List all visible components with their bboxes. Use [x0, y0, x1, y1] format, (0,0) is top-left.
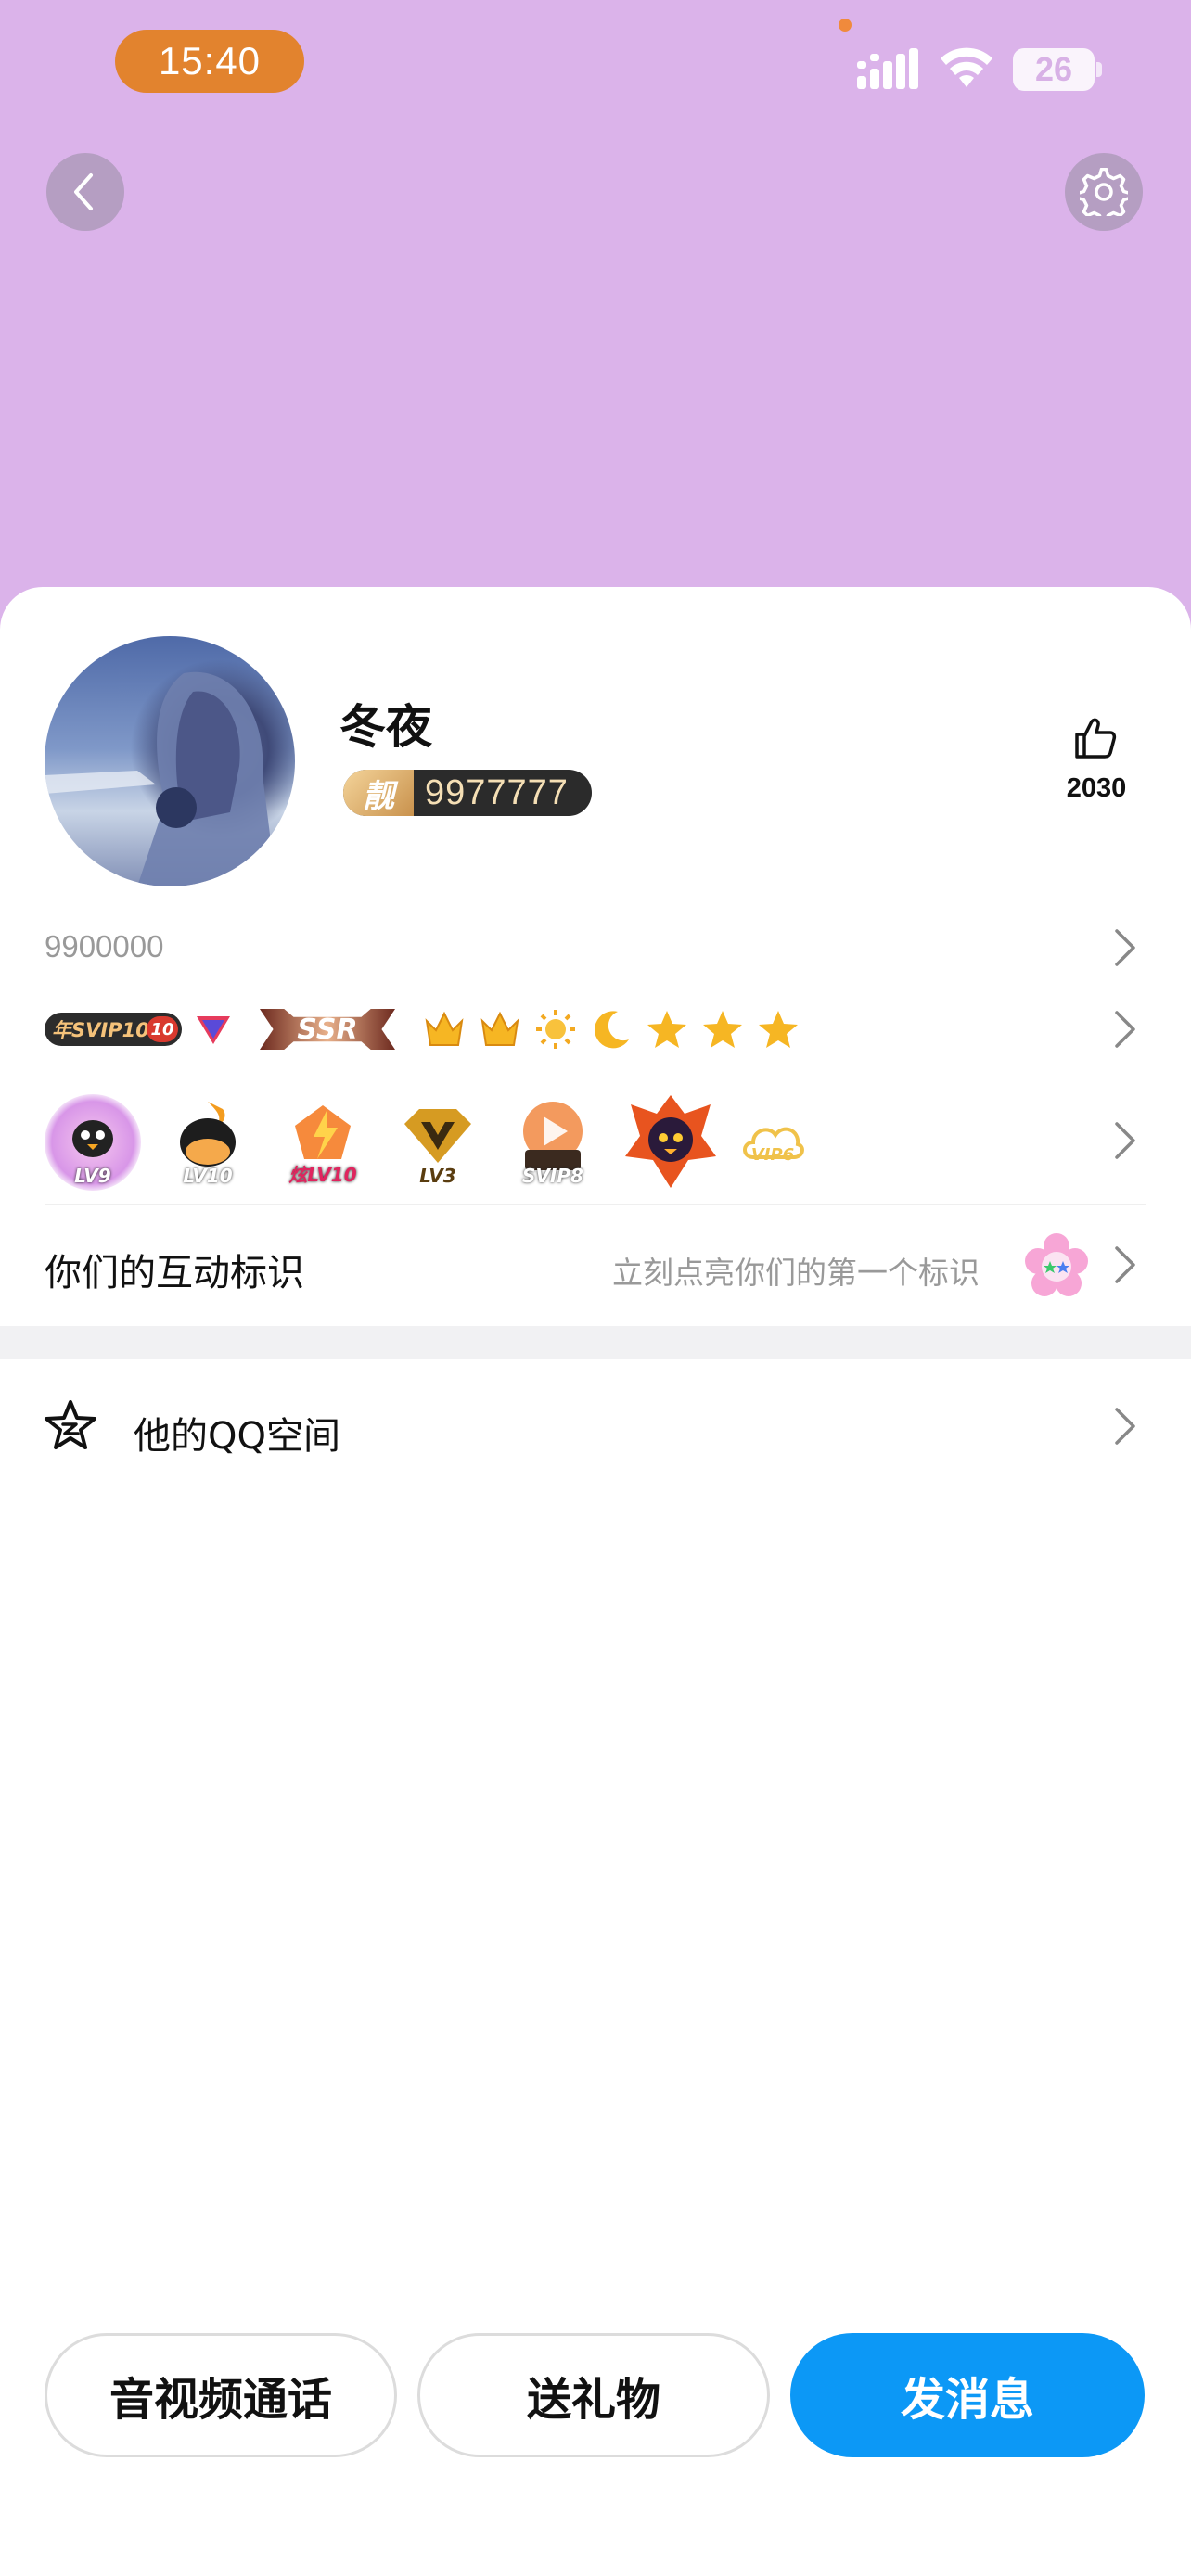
fancy-lv10-label: 炫LV10 [288, 1164, 357, 1186]
svip8-badge: SVIP8 [505, 1094, 601, 1191]
pretty-number-mark: 靓 [343, 770, 414, 816]
avatar[interactable] [45, 636, 295, 886]
triangle-gem-icon [197, 1016, 230, 1044]
like-button[interactable] [1057, 714, 1132, 764]
interaction-marks-label[interactable]: 你们的互动标识 [45, 1243, 304, 1296]
lv3-label: LV3 [419, 1165, 456, 1187]
pretty-number-badge[interactable]: 靓 9977777 [343, 770, 592, 816]
thumbs-up-icon [1075, 718, 1117, 759]
vip6-label: VIP6 [750, 1145, 795, 1165]
like-count: 2030 [1066, 773, 1127, 803]
battery-indicator: 26 [1013, 48, 1102, 91]
sun-icon [536, 1010, 575, 1049]
privacy-indicator-dot [839, 19, 852, 32]
send-gift-button[interactable]: 送礼物 [417, 2333, 770, 2457]
chevron-left-icon [74, 173, 93, 210]
play-badge-icon [523, 1102, 583, 1170]
gear-icon [1080, 168, 1128, 216]
avatar-image [45, 671, 276, 886]
qzone-link[interactable]: 他的QQ空间 [134, 1406, 340, 1460]
star-icon [647, 1011, 686, 1048]
svip8-label: SVIP8 [522, 1165, 583, 1187]
star-icon [759, 1011, 798, 1048]
penguin-icon [72, 1120, 113, 1157]
svip-badge: 年SVIP10 10 [45, 1013, 182, 1046]
flower-icon [1025, 1233, 1088, 1296]
crown-icon [480, 1011, 519, 1046]
chevron-right-icon[interactable] [1111, 927, 1139, 968]
account-id[interactable]: 9900000 [45, 929, 163, 964]
video-call-button[interactable]: 音视频通话 [45, 2333, 397, 2457]
ssr-badge: SSR [260, 1009, 395, 1050]
lv9-label: LV9 [74, 1165, 111, 1187]
chevron-right-icon[interactable] [1111, 1120, 1139, 1161]
battery-tip [1096, 62, 1102, 77]
phoenix-emblem-icon [625, 1095, 716, 1188]
pretty-number: 9977777 [425, 772, 569, 812]
battery-level: 26 [1013, 48, 1095, 91]
status-time: 15:40 [115, 30, 304, 93]
chevron-right-icon[interactable] [1111, 1406, 1139, 1447]
lv9-badge: LV9 [45, 1094, 141, 1191]
settings-button[interactable] [1065, 153, 1143, 231]
profile-header-background [0, 0, 1191, 649]
fancy-lv10-badge: 炫LV10 [275, 1094, 371, 1191]
section-separator [0, 1326, 1191, 1359]
back-button[interactable] [46, 153, 124, 231]
phoenix-badge [620, 1091, 722, 1193]
vip6-badge: VIP6 [740, 1094, 805, 1191]
chevron-right-icon[interactable] [1111, 1244, 1139, 1285]
lv3-badge: LV3 [390, 1094, 486, 1191]
moon-icon [595, 1011, 629, 1049]
divider [45, 1204, 1146, 1205]
penguin-flame-icon [180, 1102, 236, 1167]
nickname: 冬夜 [339, 700, 432, 754]
lv10-label: LV10 [183, 1165, 233, 1187]
interaction-marks-hint[interactable]: 立刻点亮你们的第一个标识 [612, 1248, 980, 1293]
send-message-button[interactable]: 发消息 [790, 2333, 1145, 2457]
vip-badges-row[interactable]: 年SVIP10 10 SSR [45, 1001, 800, 1057]
level-badges-row[interactable]: LV9 LV10 炫LV10 LV3 SVIP8 VIP6 [45, 1094, 813, 1191]
star-icon [703, 1011, 742, 1048]
svip-badge-text: 年SVIP10 [52, 1019, 149, 1041]
chevron-right-icon[interactable] [1111, 1009, 1139, 1050]
wifi-icon [941, 47, 992, 87]
crown-icon [425, 1011, 464, 1046]
qzone-star-icon [45, 1400, 96, 1449]
cellular-signal-icon [857, 48, 918, 89]
svip-level: 10 [147, 1016, 178, 1042]
lv10-badge: LV10 [160, 1094, 256, 1191]
diamond-v-icon [404, 1109, 471, 1163]
